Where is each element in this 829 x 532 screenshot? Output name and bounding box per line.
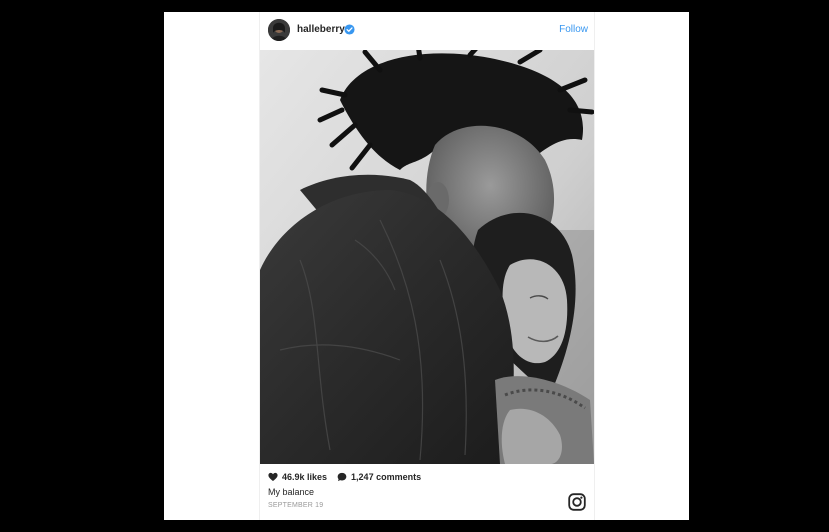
post-date: SEPTEMBER 19 <box>268 502 324 509</box>
post-photo[interactable] <box>260 50 594 464</box>
comments-count[interactable]: 1,247 comments <box>351 472 421 482</box>
post-header: halleberry Follow <box>260 12 594 50</box>
avatar[interactable] <box>268 19 290 41</box>
instagram-embed-card: halleberry Follow 46.9k likes 1,247 comm… <box>164 12 689 520</box>
likes-count[interactable]: 46.9k likes <box>282 472 327 482</box>
post-caption: My balance <box>268 487 315 497</box>
verified-badge-icon <box>344 24 355 35</box>
post-footer: 46.9k likes 1,247 comments My balance SE… <box>260 464 594 520</box>
post-stats: 46.9k likes 1,247 comments <box>268 472 421 482</box>
instagram-icon[interactable] <box>568 493 586 511</box>
comment-bubble-icon[interactable] <box>337 472 347 482</box>
heart-icon[interactable] <box>268 472 278 482</box>
instagram-post: halleberry Follow 46.9k likes 1,247 comm… <box>259 12 595 520</box>
username[interactable]: halleberry <box>297 24 345 35</box>
follow-button[interactable]: Follow <box>559 24 588 35</box>
